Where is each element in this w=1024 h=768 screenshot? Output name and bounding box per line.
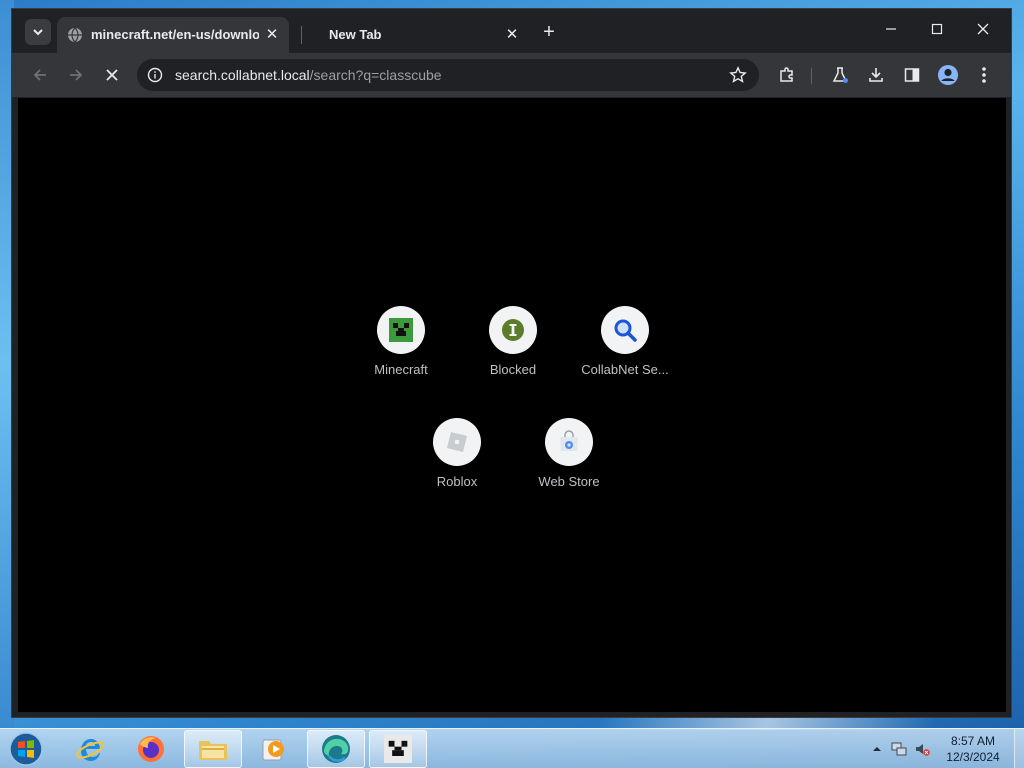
- folder-icon: [199, 741, 227, 760]
- menu-button[interactable]: [971, 62, 997, 88]
- info-icon[interactable]: [147, 67, 163, 83]
- shortcut-icon-circle: [601, 306, 649, 354]
- system-clock[interactable]: 8:57 AM 12/3/2024: [936, 733, 1010, 765]
- avatar-icon: [938, 65, 958, 85]
- start-button[interactable]: [6, 730, 46, 768]
- address-text[interactable]: search.collabnet.local/search?q=classcub…: [175, 67, 442, 83]
- extensions-button[interactable]: [774, 62, 800, 88]
- side-panel-icon: [904, 68, 920, 82]
- browser-toolbar: search.collabnet.local/search?q=classcub…: [12, 53, 1011, 97]
- volume-muted-icon: [916, 744, 930, 756]
- globe-icon: [68, 27, 82, 43]
- taskbar: 8:57 AM 12/3/2024: [0, 728, 1024, 768]
- network-tray-icon[interactable]: [891, 741, 907, 757]
- arrow-left-icon: [33, 69, 46, 81]
- shortcut-icon-circle: [489, 306, 537, 354]
- browser-window: minecraft.net/en-us/download ✕ New Tab ✕…: [11, 8, 1012, 718]
- taskbar-media-player[interactable]: [245, 730, 303, 768]
- close-tab-icon[interactable]: ✕: [263, 26, 281, 44]
- new-tab-page: Minecraft Blocked CollabNet Se... Roblox…: [18, 98, 1006, 712]
- back-button[interactable]: [27, 62, 53, 88]
- maximize-icon: [931, 23, 943, 35]
- tab-title: New Tab: [329, 27, 382, 42]
- new-tab-button[interactable]: +: [538, 21, 560, 43]
- star-icon[interactable]: [729, 66, 747, 84]
- profile-button[interactable]: [935, 62, 961, 88]
- minimize-icon: [886, 28, 896, 30]
- taskbar-internet-explorer[interactable]: [61, 730, 119, 768]
- close-icon: [977, 23, 989, 35]
- address-path: /search?q=classcube: [309, 67, 442, 83]
- address-bar[interactable]: search.collabnet.local/search?q=classcub…: [137, 59, 759, 91]
- firefox-icon: [138, 736, 164, 762]
- media-player-icon: [262, 739, 284, 761]
- flask-icon: [832, 67, 848, 83]
- taskbar-file-explorer[interactable]: [184, 730, 242, 768]
- tab-title: minecraft.net/en-us/download: [91, 27, 259, 42]
- tab-minecraft-download[interactable]: minecraft.net/en-us/download ✕: [57, 17, 289, 53]
- shortcut-icon-circle: [433, 418, 481, 466]
- stop-loading-button[interactable]: [99, 62, 125, 88]
- tab-new-tab[interactable]: New Tab ✕: [307, 17, 529, 53]
- shortcut-icon-circle: [545, 418, 593, 466]
- shortcut-blocked[interactable]: Blocked: [457, 306, 569, 406]
- shortcut-collabnet-search[interactable]: CollabNet Se...: [569, 306, 681, 406]
- forward-button[interactable]: [63, 62, 89, 88]
- network-icon: [891, 742, 907, 756]
- taskbar-edge[interactable]: [307, 730, 365, 768]
- shortcut-label: Minecraft: [374, 362, 428, 377]
- minimize-button[interactable]: [869, 17, 913, 45]
- clock-time: 8:57 AM: [950, 734, 996, 748]
- labs-button[interactable]: [827, 62, 853, 88]
- arrow-right-icon: [70, 69, 83, 81]
- roblox-icon: [447, 432, 467, 452]
- chevron-up-icon: [873, 747, 881, 751]
- minecraft-creeper-icon: [384, 735, 412, 763]
- download-icon: [869, 68, 883, 82]
- tab-search-button[interactable]: [25, 19, 51, 45]
- downloads-button[interactable]: [863, 62, 889, 88]
- puzzle-piece-icon: [780, 67, 793, 82]
- volume-tray-icon[interactable]: [914, 741, 930, 757]
- clock-date: 12/3/2024: [946, 750, 1000, 764]
- maximize-button[interactable]: [915, 17, 959, 45]
- shortcut-web-store[interactable]: Web Store: [513, 418, 625, 518]
- shortcut-minecraft[interactable]: Minecraft: [345, 306, 457, 406]
- shortcut-label: CollabNet Se...: [581, 362, 669, 377]
- tab-separator: [301, 26, 302, 44]
- taskbar-firefox[interactable]: [122, 730, 180, 768]
- close-tab-icon[interactable]: ✕: [503, 26, 521, 44]
- edge-icon: [322, 735, 350, 763]
- address-host: search.collabnet.local: [175, 67, 310, 83]
- shortcut-icon-circle: [377, 306, 425, 354]
- close-icon: [106, 69, 118, 81]
- shortcut-label: Web Store: [538, 474, 600, 489]
- windows-start-orb-icon: [9, 732, 43, 766]
- show-hidden-icons-button[interactable]: [869, 741, 885, 757]
- tab-strip: minecraft.net/en-us/download ✕ New Tab ✕…: [12, 9, 1011, 53]
- minecraft-creeper-icon: [389, 318, 413, 342]
- taskbar-minecraft[interactable]: [369, 730, 427, 768]
- show-desktop-button[interactable]: [1014, 729, 1024, 768]
- chevron-down-icon: [33, 29, 43, 36]
- shortcut-roblox[interactable]: Roblox: [401, 418, 513, 518]
- toolbar-separator: [811, 68, 812, 84]
- close-window-button[interactable]: [961, 17, 1005, 45]
- shortcut-label: Roblox: [436, 474, 478, 489]
- internet-explorer-icon: [76, 739, 104, 761]
- blocked-icon: [502, 319, 524, 341]
- search-icon: [614, 319, 637, 342]
- side-panel-button[interactable]: [899, 62, 925, 88]
- shortcut-label: Blocked: [489, 362, 537, 377]
- more-vertical-icon: [982, 67, 986, 83]
- web-store-icon: [560, 430, 578, 451]
